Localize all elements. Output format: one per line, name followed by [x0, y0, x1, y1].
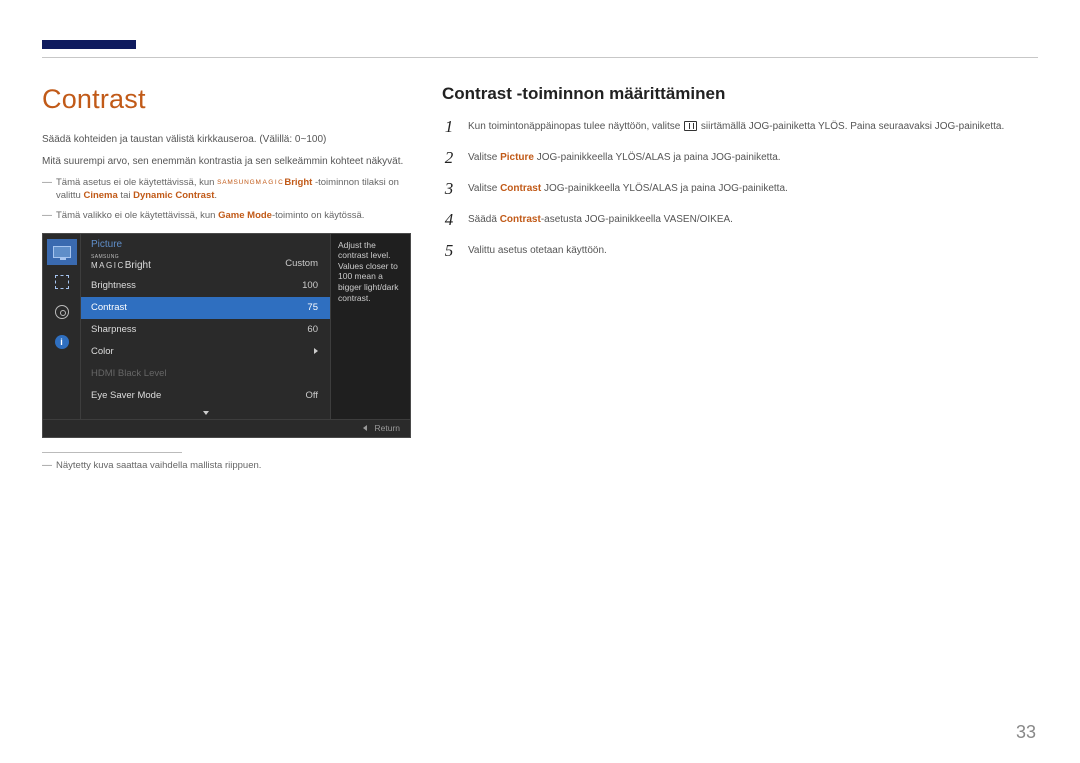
note-magic-bright: ― Tämä asetus ei ole käytettävissä, kun …	[42, 176, 412, 203]
footnote-row: ― Näytetty kuva saattaa vaihdella mallis…	[42, 459, 412, 473]
note1-text: Tämä asetus ei ole käytettävissä, kun SA…	[56, 176, 412, 203]
osd-row-sharpness[interactable]: Sharpness 60	[81, 319, 330, 341]
osd-row-value: 100	[302, 280, 318, 291]
osd-row-hdmi-black-level[interactable]: HDMI Black Level	[81, 363, 330, 385]
dash-icon: ―	[42, 176, 52, 203]
page-number: 33	[1016, 722, 1036, 743]
step-emphasis: Contrast	[500, 214, 541, 225]
accent-bar	[42, 40, 136, 49]
right-column: Contrast -toiminnon määrittäminen 1 Kun t…	[442, 84, 1038, 479]
osd-row-label: Eye Saver Mode	[91, 390, 161, 401]
step-text: Valitse Contrast JOG-painikkeella YLÖS/A…	[468, 180, 1038, 197]
osd-row-label: Contrast	[91, 302, 127, 313]
step-text-post: siirtämällä JOG-painiketta YLÖS. Paina s…	[698, 121, 1004, 132]
osd-row-label: HDMI Black Level	[91, 368, 167, 379]
note-game-mode: ― Tämä valikko ei ole käytettävissä, kun…	[42, 209, 412, 223]
step-3: 3 Valitse Contrast JOG-painikkeella YLÖS/…	[442, 180, 1038, 197]
osd-tab-settings[interactable]	[47, 299, 77, 325]
step-text-post: -asetusta JOG-painikkeella VASEN/OIKEA.	[541, 214, 733, 225]
osd-row-label: Sharpness	[91, 324, 136, 335]
note1-dyn: Dynamic Contrast	[133, 190, 214, 201]
note1-end: .	[214, 190, 217, 201]
note1-cinema: Cinema	[83, 190, 117, 201]
note1-bright: Bright	[284, 177, 312, 188]
note2-end: -toiminto on käytössä.	[272, 210, 364, 221]
osd-row-value: Custom	[285, 258, 318, 269]
note2-text: Tämä valikko ei ole käytettävissä, kun G…	[56, 209, 364, 223]
chevron-down-icon	[203, 411, 209, 415]
dash-icon: ―	[42, 209, 52, 223]
step-number: 2	[442, 149, 456, 166]
osd-row-contrast[interactable]: Contrast 75	[81, 297, 330, 319]
arrow-left-icon	[363, 425, 367, 431]
osd-hint: Adjust the contrast level. Values closer…	[330, 234, 410, 419]
osd-row-label: Color	[91, 346, 114, 357]
osd-tab-frame[interactable]	[47, 269, 77, 295]
osd-row-brightness[interactable]: Brightness 100	[81, 275, 330, 297]
steps-list: 1 Kun toimintonäppäinopas tulee näyttöön,…	[442, 118, 1038, 259]
osd-row-bright[interactable]: SAMSUNGMAGICBright Custom	[81, 253, 330, 275]
para-desc: Mitä suurempi arvo, sen enemmän kontrast…	[42, 155, 412, 170]
note2-game: Game Mode	[218, 210, 272, 221]
footnote-rule	[42, 452, 182, 453]
step-text-pre: Valitse	[468, 183, 500, 194]
frame-icon	[55, 275, 69, 289]
osd-main: Picture SAMSUNGMAGICBright Custom Brightne…	[81, 234, 330, 419]
dash-icon: ―	[42, 459, 52, 473]
note1-magic-tiny: SAMSUNG	[217, 179, 255, 186]
osd-row-label: Brightness	[91, 280, 136, 291]
step-1: 1 Kun toimintonäppäinopas tulee näyttöön,…	[442, 118, 1038, 135]
osd-sidebar: i	[43, 234, 81, 419]
step-text-post: JOG-painikkeella YLÖS/ALAS ja paina JOG-…	[541, 183, 788, 194]
osd-title: Picture	[81, 234, 330, 253]
gear-icon	[55, 305, 69, 319]
osd-tab-picture[interactable]	[47, 239, 77, 265]
monitor-icon	[53, 246, 71, 258]
osd-row-color[interactable]: Color	[81, 341, 330, 363]
footnote-text: Näytetty kuva saattaa vaihdella mallista…	[56, 459, 261, 473]
note1-pre: Tämä asetus ei ole käytettävissä, kun	[56, 177, 217, 188]
step-number: 5	[442, 242, 456, 259]
osd-scroll-down[interactable]	[81, 407, 330, 419]
chevron-right-icon	[314, 348, 318, 354]
info-icon: i	[55, 335, 69, 349]
note1-or: tai	[118, 190, 133, 201]
osd-row-eye-saver-mode[interactable]: Eye Saver Mode Off	[81, 385, 330, 407]
osd-footer: Return	[43, 419, 410, 437]
osd-row-label: SAMSUNGMAGICBright	[91, 256, 151, 271]
note2-pre: Tämä valikko ei ole käytettävissä, kun	[56, 210, 218, 221]
step-text-post: JOG-painikkeella YLÖS/ALAS ja paina JOG-…	[534, 152, 781, 163]
step-2: 2 Valitse Picture JOG-painikkeella YLÖS/A…	[442, 149, 1038, 166]
osd-return-label[interactable]: Return	[374, 423, 400, 433]
step-number: 4	[442, 211, 456, 228]
step-text: Kun toimintonäppäinopas tulee näyttöön, …	[468, 118, 1038, 135]
step-text-pre: Valitse	[468, 152, 500, 163]
step-text-pre: Kun toimintonäppäinopas tulee näyttöön, …	[468, 121, 683, 132]
heading-contrast: Contrast	[42, 84, 412, 115]
step-number: 3	[442, 180, 456, 197]
step-text-pre: Säädä	[468, 214, 500, 225]
osd-row-value	[314, 346, 318, 357]
osd-tab-info[interactable]: i	[47, 329, 77, 355]
step-text-pre: Valittu asetus otetaan käyttöön.	[468, 245, 607, 256]
left-column: Contrast Säädä kohteiden ja taustan väli…	[42, 84, 412, 479]
step-number: 1	[442, 118, 456, 135]
step-emphasis: Picture	[500, 152, 534, 163]
osd-row-value: 75	[307, 302, 318, 313]
divider-top	[42, 57, 1038, 58]
note1-magic: MAGIC	[256, 179, 285, 186]
osd-row-value: 60	[307, 324, 318, 335]
menu-icon	[684, 121, 697, 131]
osd-menu: i Picture SAMSUNGMAGICBright Custom Bright…	[42, 233, 411, 438]
step-text: Valittu asetus otetaan käyttöön.	[468, 242, 1038, 259]
step-4: 4 Säädä Contrast-asetusta JOG-painikkeell…	[442, 211, 1038, 228]
osd-row-value: Off	[306, 390, 319, 401]
step-text: Säädä Contrast-asetusta JOG-painikkeella…	[468, 211, 1038, 228]
heading-configure: Contrast -toiminnon määrittäminen	[442, 84, 1038, 104]
step-emphasis: Contrast	[500, 183, 541, 194]
step-5: 5 Valittu asetus otetaan käyttöön.	[442, 242, 1038, 259]
para-range: Säädä kohteiden ja taustan välistä kirkk…	[42, 133, 412, 148]
step-text: Valitse Picture JOG-painikkeella YLÖS/AL…	[468, 149, 1038, 166]
